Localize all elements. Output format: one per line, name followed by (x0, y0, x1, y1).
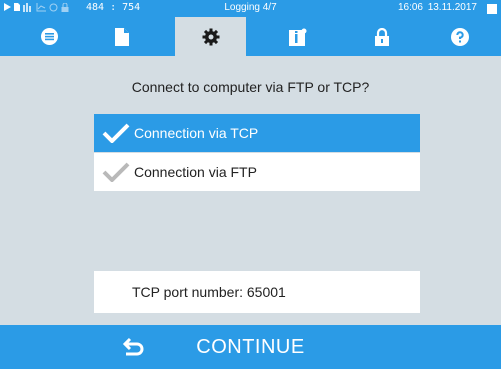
tab-help[interactable] (424, 17, 495, 56)
tab-document[interactable] (86, 17, 157, 56)
tab-lock[interactable] (346, 17, 417, 56)
info-icon (288, 28, 307, 46)
option-tcp[interactable]: Connection via TCP (94, 114, 420, 152)
tab-menu[interactable] (14, 17, 85, 56)
lock-icon (374, 27, 389, 46)
document-icon (114, 27, 129, 46)
status-date: 13.11.2017 (427, 2, 477, 13)
status-time: 16:06 (397, 2, 423, 13)
page-title: Connect to computer via FTP or TCP? (131, 79, 370, 95)
list-icon (41, 28, 58, 45)
continue-button[interactable]: CONTINUE (0, 325, 501, 369)
gear-icon (202, 28, 220, 46)
checkmark-icon (102, 162, 130, 183)
tab-settings[interactable] (175, 17, 246, 56)
tcp-port-label: TCP port number: 65001 (132, 284, 286, 300)
help-icon (450, 27, 469, 46)
status-title: Logging 4/7 (224, 2, 277, 13)
option-label: Connection via FTP (134, 164, 257, 180)
option-label: Connection via TCP (134, 125, 259, 141)
option-ftp[interactable]: Connection via FTP (94, 153, 420, 191)
tab-info[interactable] (262, 17, 333, 56)
tab-bar (0, 17, 501, 56)
tcp-port-field[interactable]: TCP port number: 65001 (94, 271, 420, 313)
continue-label: CONTINUE (196, 336, 305, 358)
stop-icon (487, 4, 497, 14)
checkmark-icon (102, 123, 130, 144)
status-bar: 484 : 754 Logging 4/7 16:06 13.11.2017 (0, 0, 501, 17)
